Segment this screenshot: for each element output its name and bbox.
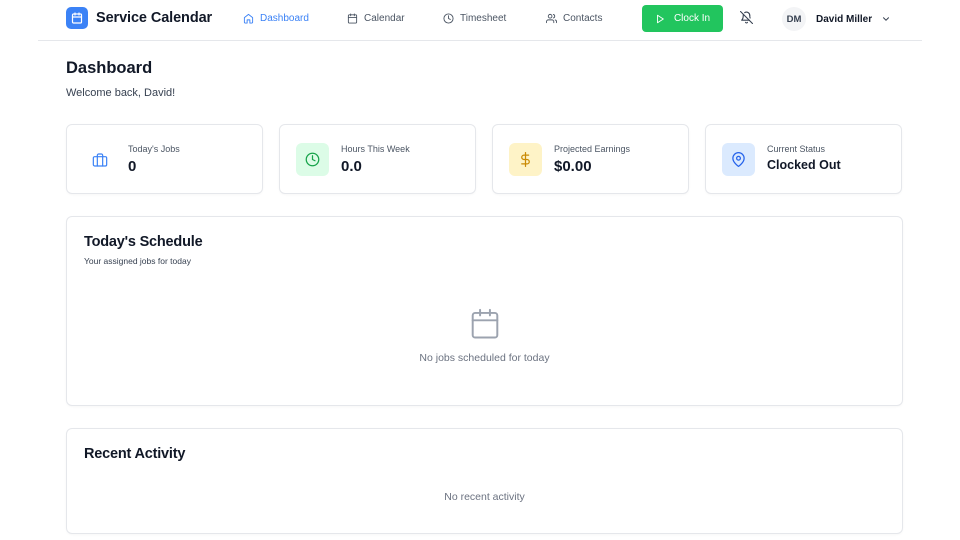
nav-contacts[interactable]: Contacts: [546, 8, 626, 30]
nav-timesheet-label: Timesheet: [460, 13, 507, 24]
chevron-down-icon: [883, 17, 890, 21]
calendar-icon: [347, 13, 358, 24]
stat-card-projected-earnings: Projected Earnings $0.00: [492, 124, 689, 194]
stat-value: 0.0: [341, 158, 362, 175]
user-name: David Miller: [816, 13, 873, 25]
clock-in-button[interactable]: Clock In: [642, 5, 723, 32]
map-pin-icon: [722, 143, 755, 176]
empty-calendar-icon: [470, 308, 500, 345]
dollar-icon: [509, 143, 542, 176]
stat-label: Current Status: [767, 144, 826, 154]
clock-icon: [443, 13, 454, 24]
stat-label: Today's Jobs: [128, 144, 180, 154]
stat-value: 0: [128, 158, 137, 175]
nav-contacts-label: Contacts: [563, 13, 603, 24]
app-logo-calendar-icon: [66, 7, 88, 29]
top-navigation-bar: Service Calendar Dashboard Calendar Time…: [38, 0, 922, 41]
nav-timesheet[interactable]: Timesheet: [443, 8, 546, 30]
nav-calendar-label: Calendar: [364, 13, 405, 24]
app-title: Service Calendar: [96, 10, 213, 26]
stat-value: $0.00: [554, 158, 592, 175]
schedule-title: Today's Schedule: [84, 234, 203, 250]
briefcase-icon: [83, 143, 116, 176]
notifications-bell-off-icon[interactable]: [740, 11, 753, 29]
clock-in-label: Clock In: [673, 13, 711, 24]
stat-label: Hours This Week: [341, 144, 410, 154]
stat-card-todays-jobs: Today's Jobs 0: [66, 124, 263, 194]
nav-calendar[interactable]: Calendar: [347, 8, 443, 30]
activity-empty-text: No recent activity: [444, 491, 525, 503]
page-title: Dashboard: [66, 59, 153, 77]
nav-dashboard-label: Dashboard: [260, 13, 309, 24]
play-icon: [656, 14, 664, 23]
stat-label: Projected Earnings: [554, 144, 631, 154]
todays-schedule-card: Today's Schedule Your assigned jobs for …: [66, 216, 903, 406]
welcome-message: Welcome back, David!: [66, 87, 176, 99]
status-value: Clocked Out: [767, 158, 841, 172]
clock-icon: [296, 143, 329, 176]
schedule-subtitle: Your assigned jobs for today: [84, 256, 191, 266]
schedule-empty-text: No jobs scheduled for today: [419, 352, 550, 364]
avatar: DM: [782, 7, 806, 31]
recent-activity-card: Recent Activity No recent activity: [66, 428, 903, 534]
home-icon: [243, 13, 254, 24]
users-icon: [546, 13, 557, 24]
activity-title: Recent Activity: [84, 446, 186, 462]
brand[interactable]: Service Calendar: [66, 7, 212, 29]
stat-card-current-status: Current Status Clocked Out: [705, 124, 902, 194]
stat-card-hours-this-week: Hours This Week 0.0: [279, 124, 476, 194]
main-nav: Dashboard Calendar Timesheet Contacts: [243, 0, 626, 37]
user-menu[interactable]: DM David Miller: [782, 7, 891, 31]
nav-dashboard[interactable]: Dashboard: [243, 8, 347, 30]
